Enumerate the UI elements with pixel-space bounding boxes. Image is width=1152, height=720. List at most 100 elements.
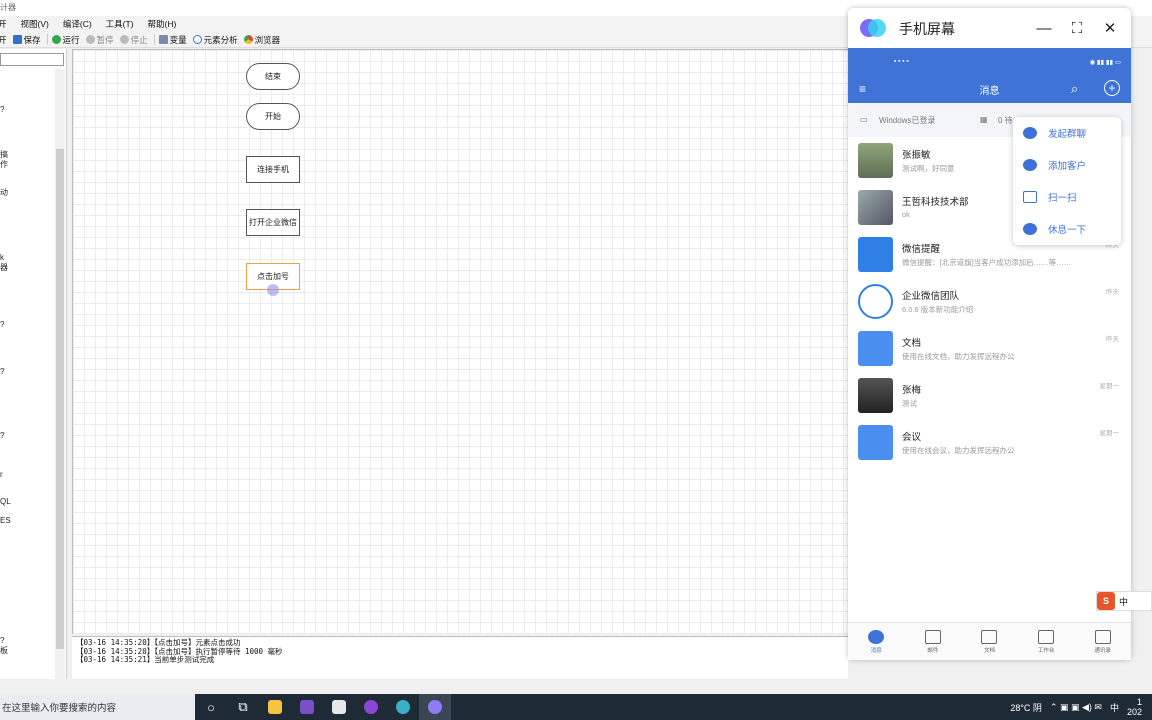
chat-item[interactable]: 会议 使用在线会议，助力发挥远程办公 星期一 — [848, 419, 1131, 466]
chat-time: 星期一 — [1099, 383, 1120, 390]
chat-message: 使用在线文档，助力发挥远程办公 — [902, 352, 1015, 361]
run-button[interactable]: 运行 — [51, 34, 80, 46]
tree-item[interactable]: ? — [0, 431, 4, 440]
stop-label: 停止 — [130, 34, 148, 45]
tree-item[interactable]: QL — [0, 497, 11, 506]
fullscreen-icon[interactable]: ⛶ — [1067, 18, 1087, 38]
tab-contacts[interactable]: 通讯录 — [1074, 623, 1131, 660]
popup-take-break[interactable]: 休息一下 — [1013, 213, 1121, 245]
wechat-icon — [1023, 159, 1037, 171]
flow-canvas[interactable]: 结束 开始 连接手机 打开企业微信 点击加号 — [72, 49, 848, 634]
tree-item[interactable]: 作 — [0, 160, 8, 169]
plus-icon[interactable]: + — [1104, 80, 1120, 96]
browser-button[interactable]: 浏览器 — [243, 34, 280, 46]
node-end[interactable]: 结束 — [246, 63, 300, 90]
stop-button[interactable]: 停止 — [119, 34, 148, 46]
cup-icon — [1023, 223, 1037, 235]
menu-tools[interactable]: 工具(T) — [106, 18, 134, 30]
cortana-icon[interactable]: ○ — [195, 694, 227, 720]
chat-name: 文档 — [902, 338, 922, 349]
tree-item[interactable]: r — [0, 470, 3, 479]
calendar-icon: ▦ — [980, 115, 988, 124]
variable-button[interactable]: 变量 — [158, 34, 187, 46]
minimize-icon[interactable]: — — [1034, 18, 1054, 38]
node-start[interactable]: 开始 — [246, 103, 300, 130]
phone-nav-bar: ≡ 消息 ⌕ + — [848, 75, 1131, 103]
system-tray: 28°C 阴 ⌃ ▣ ▣ ◀) ✉ 中 1 202 — [1010, 694, 1152, 720]
popup-add-customer[interactable]: 添加客户 — [1013, 149, 1121, 181]
log-panel: 【03-16 14:35:20】【点击加号】元素点击成功 【03-16 14:3… — [72, 636, 848, 679]
log-line: 【03-16 14:35:21】当前单步测试完成 — [76, 655, 215, 664]
left-scrollbar-thumb[interactable] — [56, 149, 64, 649]
element-analysis-button[interactable]: 元素分析 — [192, 34, 238, 46]
avatar — [858, 143, 893, 178]
menu-open[interactable]: 开 — [0, 18, 7, 30]
chat-time: 昨天 — [1106, 336, 1119, 343]
taskbar-search-input[interactable]: 在这里输入你要搜索的内容 — [0, 694, 195, 720]
tree-item[interactable]: ES — [0, 516, 11, 525]
node-open-wecom[interactable]: 打开企业微信 — [246, 209, 300, 236]
toolbar-separator — [153, 34, 155, 45]
tree-item[interactable]: ? — [0, 320, 4, 329]
ime-indicator[interactable]: 中 — [1110, 701, 1119, 714]
tree-search-input[interactable] — [0, 53, 64, 66]
variable-label: 变量 — [169, 34, 187, 45]
phone-screen-window: 手机屏幕 — ⛶ ✕ ▪ ▪ ▪ ▪ ◉ ▮▮ ▮▮ ▭ ≡ 消息 ⌕ + ▭ … — [848, 8, 1131, 660]
toolbar-open-fragment[interactable]: 开 — [0, 34, 7, 46]
tree-item[interactable]: 动 — [0, 188, 8, 197]
popup-start-group-chat[interactable]: 发起群聊 — [1013, 117, 1121, 149]
chat-message: ok — [902, 210, 910, 219]
menu-view[interactable]: 视图(V) — [21, 18, 49, 30]
chat-name: 企业微信团队 — [902, 291, 960, 302]
avatar — [858, 378, 893, 413]
app-icon[interactable] — [355, 694, 387, 720]
mail-icon — [924, 629, 941, 644]
chat-name: 张振敏 — [902, 150, 931, 161]
taskbar: 在这里输入你要搜索的内容 ○ ⧉ 28°C 阴 ⌃ ▣ ▣ ◀) ✉ 中 1 2… — [0, 694, 1152, 720]
chat-item[interactable]: 张梅 测试 星期一 — [848, 372, 1131, 419]
chat-item[interactable]: 文档 使用在线文档，助力发挥远程办公 昨天 — [848, 325, 1131, 372]
close-icon[interactable]: ✕ — [1100, 18, 1120, 38]
pause-button[interactable]: 暂停 — [85, 34, 114, 46]
contacts-icon — [1094, 629, 1111, 644]
phone-mirror-app-icon[interactable] — [419, 694, 451, 720]
status-left-icons: ▪ ▪ ▪ ▪ — [894, 58, 909, 65]
visual-studio-icon[interactable] — [291, 694, 323, 720]
tree-item[interactable]: ? — [0, 105, 4, 114]
tab-docs[interactable]: 文档 — [961, 623, 1018, 660]
clock[interactable]: 1 202 — [1127, 697, 1150, 717]
file-explorer-icon[interactable] — [259, 694, 291, 720]
node-connect-phone[interactable]: 连接手机 — [246, 156, 300, 183]
cursor-indicator — [267, 284, 279, 296]
search-icon[interactable]: ⌕ — [1071, 81, 1078, 97]
tree-item[interactable]: 板 — [0, 646, 8, 655]
tab-workbench[interactable]: 工作台 — [1018, 623, 1075, 660]
pause-icon — [85, 35, 95, 44]
task-view-icon[interactable]: ⧉ — [227, 694, 259, 720]
tree-item[interactable]: ? — [0, 367, 4, 376]
tab-messages[interactable]: 消息 — [848, 623, 905, 660]
sogou-icon: S — [1097, 592, 1115, 610]
app-icon[interactable] — [387, 694, 419, 720]
tree-item[interactable]: k — [0, 253, 4, 262]
weather-indicator[interactable]: 28°C 阴 — [1010, 701, 1042, 714]
phone-screen[interactable]: ▪ ▪ ▪ ▪ ◉ ▮▮ ▮▮ ▭ ≡ 消息 ⌕ + ▭ Windows已登录 … — [848, 48, 1131, 660]
menu-help[interactable]: 帮助(H) — [148, 18, 177, 30]
chat-name: 张梅 — [902, 385, 922, 396]
stop-icon — [119, 35, 129, 44]
save-button[interactable]: 保存 — [12, 34, 41, 46]
tree-item[interactable]: ? — [0, 636, 4, 645]
app-icon[interactable] — [323, 694, 355, 720]
chat-bubble-icon — [1023, 127, 1037, 139]
menu-compile[interactable]: 编译(C) — [63, 18, 92, 30]
chat-message: 使用在线会议，助力发挥远程办公 — [902, 446, 1015, 455]
chat-item[interactable]: 企业微信团队 6.0.6 版本新功能介绍 昨天 — [848, 278, 1131, 325]
tray-icons[interactable]: ⌃ ▣ ▣ ◀) ✉ — [1050, 702, 1102, 713]
left-scrollbar[interactable] — [55, 69, 65, 679]
tree-item[interactable]: 器 — [0, 263, 8, 272]
pause-label: 暂停 — [96, 34, 114, 45]
ime-floating-badge[interactable]: S 中 — [1096, 591, 1152, 611]
popup-scan[interactable]: 扫一扫 — [1013, 181, 1121, 213]
tree-item[interactable]: 搞 — [0, 150, 8, 159]
tab-mail[interactable]: 邮件 — [905, 623, 962, 660]
